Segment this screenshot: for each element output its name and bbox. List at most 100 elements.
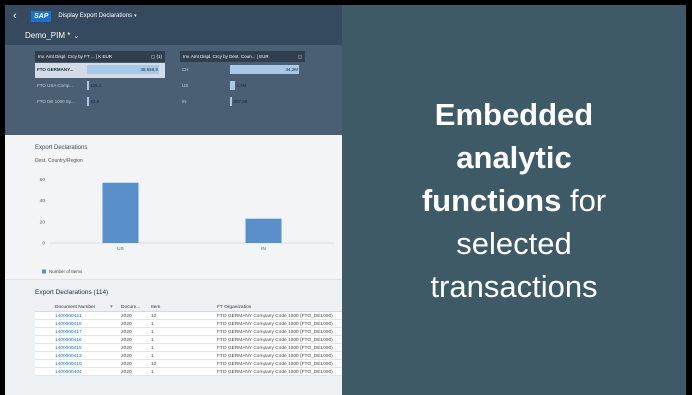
chart-type-icon[interactable]: ▢ (1) [151, 51, 162, 62]
table-cell: 1 [151, 369, 154, 375]
sap-logo[interactable]: SAP [31, 10, 52, 22]
chart-type-icon[interactable]: ▢ [298, 51, 302, 62]
kpi-bar-row[interactable]: FTO USA Comp... 115,1 [35, 79, 165, 94]
app-title[interactable]: Display Export Declarations [58, 13, 132, 19]
table-cell: 1 [151, 353, 154, 359]
filter-icon[interactable]: ▼ [109, 305, 114, 310]
table-row[interactable]: 1400000417 2020 1 FTO GERMANY Company Code … [35, 328, 342, 336]
x-tick-label: IN [261, 246, 266, 252]
y-tick-label: 20 [40, 219, 46, 225]
kpi-bar-label: CH [182, 67, 189, 72]
table-cell: FTO GERMANY Company Code 1000 (FTO_DE100… [217, 353, 333, 359]
table-cell: 2020 [121, 321, 132, 327]
document-number-link[interactable]: 1400000421 [55, 314, 82, 319]
bar-in[interactable] [245, 218, 282, 243]
table-cell: FTO GERMANY Company Code 1000 (FTO_DE100… [217, 329, 333, 335]
table-cell: 1 [151, 329, 154, 335]
kpi-bar-row[interactable]: FTO DE 1000 Sy... 92,5 [35, 95, 165, 110]
kpi-bar-label: FTO GERMANY... [37, 67, 74, 72]
kpi-bar-label: IN [182, 99, 187, 104]
table-cell: 10 [151, 313, 157, 319]
table-row[interactable]: 1400000410 2020 10 FTO GERMANY Company Code… [35, 360, 342, 368]
table-cell: 2020 [121, 313, 132, 319]
table-cell: 10 [151, 361, 157, 367]
y-tick-label: 60 [40, 177, 46, 183]
table-cell: 1 [151, 321, 154, 327]
document-number-link[interactable]: 1400000410 [55, 362, 82, 367]
document-number-link[interactable]: 1400000404 [55, 370, 82, 375]
column-header[interactable]: FT Organization [217, 305, 251, 310]
export-declarations-table: Document Number Docum... Item FT Organizati… [35, 302, 342, 376]
table-cell: FTO GERMANY Company Code 1000 (FTO_DE100… [217, 337, 333, 343]
table-cell: FTO GERMANY Company Code 1000 (FTO_DE100… [217, 361, 333, 367]
column-header[interactable]: Item [151, 305, 160, 310]
app-screenshot: ‹ SAP Display Export Declarations ▾ Demo… [5, 5, 342, 395]
table-cell: 2020 [121, 329, 132, 335]
kpi-bar[interactable] [230, 81, 235, 90]
kpi-card-2[interactable]: Inv. Amt Displ. Crcy by Dest. Coun... | … [180, 51, 305, 129]
column-header[interactable]: Docum... [121, 305, 140, 310]
document-number-link[interactable]: 1400000417 [55, 330, 82, 335]
chevron-down-icon[interactable]: ▾ [134, 13, 137, 19]
shell-header: ‹ SAP Display Export Declarations ▾ [5, 5, 342, 27]
kpi-bar-row[interactable]: IN 907,6K [180, 95, 305, 110]
document-number-link[interactable]: 1400000416 [55, 338, 82, 343]
table-cell: 1 [151, 337, 154, 343]
kpi-bar-label: FTO USA Comp... [37, 83, 74, 88]
bar-us[interactable] [102, 182, 139, 243]
kpi-bar[interactable] [87, 81, 89, 90]
caption-line-3-rest: for [561, 183, 607, 218]
table-row[interactable]: 1400000415 2020 1 FTO GERMANY Company Code … [35, 344, 342, 352]
legend-swatch [42, 269, 46, 274]
variant-name: Demo_PIM * [25, 31, 71, 40]
caption-line-2: analytic [456, 140, 572, 175]
kpi-bar-value: 907,6K [233, 99, 248, 104]
kpi-filter-count: (1) [156, 54, 163, 59]
x-tick-label: US [117, 246, 124, 252]
chevron-down-icon: ⌄ [73, 33, 80, 40]
kpi-bar-value: 2,9M [236, 83, 247, 88]
table-row[interactable]: 1400000421 2020 10 FTO GERMANY Company Code… [35, 312, 342, 320]
document-number-link[interactable]: 1400000415 [55, 346, 82, 351]
table-cell: FTO GERMANY Company Code 1000 (FTO_DE100… [217, 345, 333, 351]
caption-line-4: selected [456, 226, 572, 261]
document-number-link[interactable]: 1400000413 [55, 354, 82, 359]
table-cell: FTO GERMANY Company Code 1000 (FTO_DE100… [217, 313, 333, 319]
caption-text: Embedded analytic functions for selected… [342, 93, 686, 308]
table-title: Export Declarations (114) [35, 289, 109, 296]
legend-label: Number of Items [49, 269, 83, 274]
back-icon[interactable]: ‹ [13, 10, 27, 22]
kpi-card-title: Inv. Amt Displ. Crcy by FT ... | K EUR ▢ … [35, 51, 165, 62]
kpi-bar[interactable] [230, 97, 232, 106]
table-row[interactable]: 1400000404 2020 1 FTO GERMANY Company Code … [35, 368, 342, 376]
kpi-card-title-text: Inv. Amt Displ. Crcy by Dest. Coun... | … [183, 54, 269, 59]
table-cell: 2020 [121, 361, 132, 367]
kpi-bar-row[interactable]: CH 44,2M [180, 63, 305, 78]
table-header: Document Number Docum... Item FT Organizati… [35, 302, 342, 312]
table-cell: 2020 [121, 353, 132, 359]
kpi-bar-value: 115,1 [90, 83, 102, 88]
kpi-bar[interactable] [87, 97, 89, 106]
kpi-card-1[interactable]: Inv. Amt Displ. Crcy by FT ... | K EUR ▢ … [35, 51, 165, 129]
column-header[interactable]: Document Number [55, 305, 95, 310]
kpi-bar-label: FTO DE 1000 Sy... [37, 99, 75, 104]
bar-chart: 0 20 40 60 US IN Number of Items [40, 177, 335, 274]
kpi-bar-value: 44,2M [285, 67, 298, 72]
y-tick-label: 40 [40, 198, 46, 204]
table-row[interactable]: 1400000413 2020 1 FTO GERMANY Company Code … [35, 352, 342, 360]
kpi-bar-row[interactable]: US 2,9M [180, 79, 305, 94]
kpi-bar-label: US [182, 83, 189, 88]
kpi-bar-row[interactable]: FTO GERMANY... 48.659,9 [35, 63, 165, 78]
kpi-bar-value: 92,5 [90, 99, 100, 104]
table-cell: 1 [151, 345, 154, 351]
caption-panel: Embedded analytic functions for selected… [342, 5, 686, 395]
caption-line-1: Embedded [434, 97, 594, 132]
document-number-link[interactable]: 1400000418 [55, 322, 82, 327]
table-row[interactable]: 1400000416 2020 1 FTO GERMANY Company Code … [35, 336, 342, 344]
slide-frame: ‹ SAP Display Export Declarations ▾ Demo… [0, 0, 692, 395]
table-cell: 2020 [121, 369, 132, 375]
caption-line-5: transactions [430, 269, 598, 304]
table-row[interactable]: 1400000418 2020 1 FTO GERMANY Company Code … [35, 320, 342, 328]
kpi-card-title-text: Inv. Amt Displ. Crcy by FT ... | K EUR [38, 54, 113, 59]
variant-selector[interactable]: Demo_PIM * ⌄ [5, 27, 342, 45]
